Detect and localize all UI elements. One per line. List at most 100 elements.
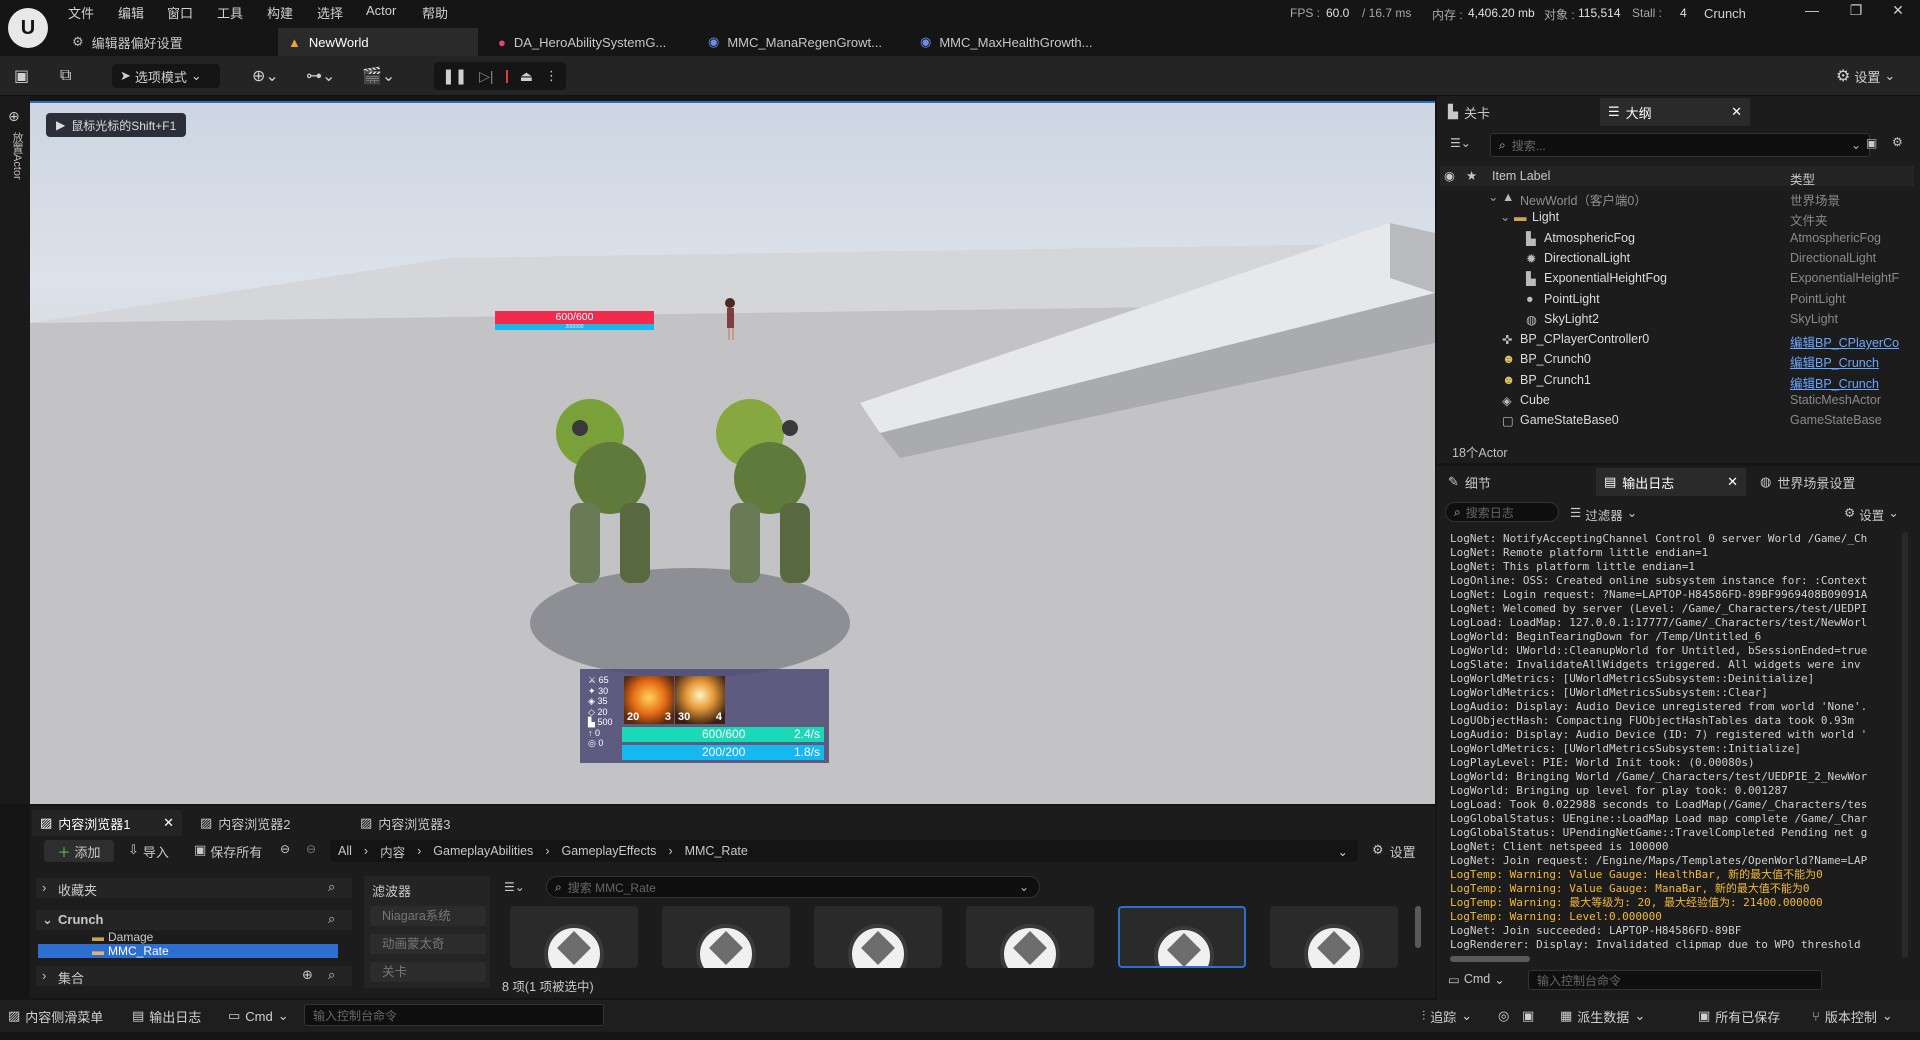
filter-level[interactable]: 关卡 xyxy=(370,962,486,982)
tab-world-settings[interactable]: ◍ 世界场景设置 xyxy=(1752,468,1912,496)
trace-button[interactable]: ⫶ 追踪 ⌄ xyxy=(1422,1004,1472,1028)
eject-icon[interactable]: ⏏ xyxy=(520,68,533,85)
log-filter-button[interactable]: ☰ 过滤器 ⌄ xyxy=(1570,505,1637,524)
log-hscrollbar[interactable] xyxy=(1450,956,1530,962)
menu-window[interactable]: 窗口 xyxy=(167,3,193,22)
close-icon[interactable]: ✕ xyxy=(1880,2,1916,24)
breadcrumb-all[interactable]: All xyxy=(338,844,352,858)
unreal-logo-icon[interactable]: U xyxy=(8,8,48,48)
pause-icon[interactable]: ❚❚ xyxy=(442,67,467,85)
level-viewport[interactable]: ▶ 鼠标光标的Shift+F1 600/600 200/200 ⚔ 65 ✦ 3… xyxy=(30,101,1435,804)
outliner-row[interactable]: ▙ AtmosphericFog AtmosphericFog xyxy=(1440,229,1914,249)
folder-damage[interactable]: ▬ Damage xyxy=(92,930,153,944)
filter-niagara[interactable]: Niagara系统 xyxy=(370,906,486,926)
edit-blueprint-link[interactable]: 编辑BP_Crunch xyxy=(1790,352,1879,371)
asset-search-input[interactable]: ⌕ 搜索 MMC_Rate ⌄ xyxy=(546,876,1040,898)
shift-f1-hint[interactable]: ▶ 鼠标光标的Shift+F1 xyxy=(46,113,187,137)
outliner-row[interactable]: ⌄ ▲ NewWorld（客户端0） 世界场景 xyxy=(1440,188,1914,208)
tab-content-browser-1[interactable]: ▨ 内容浏览器1 ✕ xyxy=(32,810,182,836)
tab-outliner[interactable]: ☰ 大纲 ✕ xyxy=(1600,98,1750,126)
cmd-dropdown[interactable]: ▭ Cmd ⌄ xyxy=(228,1004,289,1028)
edit-blueprint-link[interactable]: 编辑BP_CPlayerCo xyxy=(1790,332,1899,351)
asset-tile-selected[interactable] xyxy=(1118,906,1246,968)
add-button[interactable]: ＋ 添加 xyxy=(44,840,114,862)
minimize-icon[interactable]: — xyxy=(1794,2,1830,24)
visibility-icon[interactable]: ◉ xyxy=(1444,168,1455,183)
menu-actor[interactable]: Actor xyxy=(366,3,396,18)
outliner-row[interactable]: ✜ BP_CPlayerController0 编辑BP_CPlayerCo xyxy=(1440,330,1914,350)
outliner-row[interactable]: ◈ Cube StaticMeshActor xyxy=(1440,391,1914,411)
outliner-row[interactable]: ◍ SkyLight2 SkyLight xyxy=(1440,310,1914,330)
gear-icon[interactable]: ⚙ xyxy=(1892,135,1903,149)
favorites-row[interactable]: › 收藏夹 ⌕ xyxy=(36,878,352,898)
menu-file[interactable]: 文件 xyxy=(68,3,94,22)
ability-slot-1[interactable]: 20 3 xyxy=(624,676,674,724)
tab-content-browser-3[interactable]: ▨ 内容浏览器3 xyxy=(352,810,502,836)
asset-tile[interactable] xyxy=(662,906,790,968)
tab-editor-preferences[interactable]: ⚙ 编辑器偏好设置 xyxy=(62,28,272,56)
save-icon[interactable]: ▣ xyxy=(14,64,29,88)
cinematics-icon[interactable]: 🎬⌄ xyxy=(362,64,395,88)
column-item-label[interactable]: Item Label xyxy=(1492,169,1550,183)
import-button[interactable]: ⇩ 导入 xyxy=(128,842,169,861)
restore-icon[interactable]: ❐ xyxy=(1838,2,1874,24)
breadcrumb-gameplayabilities[interactable]: GameplayAbilities xyxy=(433,844,533,858)
outliner-row[interactable]: ⌄ ▬ Light 文件夹 xyxy=(1440,208,1914,228)
content-drawer-button[interactable]: ▨ 内容侧滑菜单 xyxy=(8,1004,103,1028)
add-folder-icon[interactable]: ▣ xyxy=(1866,136,1877,150)
place-actor-label[interactable]: 放置Actor xyxy=(9,132,25,180)
asset-tile[interactable] xyxy=(966,906,1094,968)
outliner-row[interactable]: ● PointLight PointLight xyxy=(1440,290,1914,310)
column-type[interactable]: 类型 xyxy=(1790,169,1815,188)
collections-row[interactable]: › 集合 ⊕ ⌕ xyxy=(36,966,352,986)
menu-select[interactable]: 选择 xyxy=(317,3,343,22)
output-log-button[interactable]: ▤ 输出日志 xyxy=(132,1004,201,1028)
tab-mmc-health[interactable]: ◉ MMC_MaxHealthGrowth... xyxy=(910,28,1120,56)
tab-details[interactable]: ✎ 细节 xyxy=(1440,468,1590,496)
add-collection-icon[interactable]: ⊕ xyxy=(302,967,313,983)
content-settings-button[interactable]: ⚙ 设置 xyxy=(1372,842,1416,861)
forward-icon[interactable]: ⊖ xyxy=(306,842,316,856)
close-icon[interactable]: ✕ xyxy=(1727,474,1738,490)
chevron-down-icon[interactable]: ⌄ xyxy=(1500,209,1510,224)
search-icon[interactable]: ⌕ xyxy=(328,911,335,927)
outliner-search-input[interactable]: ⌕ 搜索... ⌄ xyxy=(1490,133,1870,157)
browse-icon[interactable]: ⧉ xyxy=(60,64,71,88)
menu-edit[interactable]: 编辑 xyxy=(118,3,144,22)
outliner-row[interactable]: ▢ GameStateBase0 GameStateBase xyxy=(1440,411,1914,431)
search-icon[interactable]: ⌕ xyxy=(328,879,335,895)
console-input[interactable]: 输入控制台命令 xyxy=(304,1004,604,1026)
breadcrumb-content[interactable]: 内容 xyxy=(380,842,405,861)
menu-build[interactable]: 构建 xyxy=(267,3,293,22)
derived-data-button[interactable]: ▦ 派生数据 ⌄ xyxy=(1560,1004,1645,1028)
asset-tile[interactable] xyxy=(814,906,942,968)
add-actor-icon[interactable]: ⊕⌄ xyxy=(252,64,279,88)
ability-slot-2[interactable]: 30 4 xyxy=(675,676,725,724)
edit-blueprint-link[interactable]: 编辑BP_Crunch xyxy=(1790,373,1879,392)
mode-dropdown[interactable]: ➤ 选项模式 ⌄ xyxy=(112,64,220,88)
filter-icon[interactable]: ☰⌄ xyxy=(1450,136,1471,150)
chevron-down-icon[interactable]: ⌄ xyxy=(1338,844,1348,859)
close-icon[interactable]: ✕ xyxy=(163,815,174,831)
pin-icon[interactable]: ★ xyxy=(1466,168,1477,183)
breadcrumb-mmc-rate[interactable]: MMC_Rate xyxy=(685,844,748,858)
log-console-input[interactable]: 输入控制台命令 xyxy=(1528,970,1822,990)
asset-tile[interactable] xyxy=(1270,906,1398,968)
menu-tools[interactable]: 工具 xyxy=(217,3,243,22)
log-scrollbar[interactable] xyxy=(1902,532,1908,958)
filter-montage[interactable]: 动画蒙太奇 xyxy=(370,934,486,954)
crunch-root-row[interactable]: ⌄ Crunch ⌕ xyxy=(36,910,352,930)
step-icon[interactable]: ▷| xyxy=(479,68,493,85)
place-actor-icon[interactable]: ⊕ xyxy=(8,108,20,125)
log-search-input[interactable]: ⌕ 搜索日志 xyxy=(1445,502,1559,522)
stop-icon[interactable] xyxy=(505,69,508,83)
tab-data-asset[interactable]: ● DA_HeroAbilitySystemG... xyxy=(488,28,688,56)
outliner-row[interactable]: ✹ DirectionalLight DirectionalLight xyxy=(1440,249,1914,269)
outliner-row[interactable]: ☻ BP_Crunch1 编辑BP_Crunch xyxy=(1440,371,1914,391)
more-icon[interactable]: ⋮ xyxy=(545,68,558,84)
asset-scrollbar[interactable] xyxy=(1415,906,1421,948)
tab-content-browser-2[interactable]: ▨ 内容浏览器2 xyxy=(192,810,342,836)
search-icon[interactable]: ⌕ xyxy=(328,967,335,983)
tab-levels[interactable]: ▙ 关卡 xyxy=(1440,98,1590,126)
outliner-row[interactable]: ▙ ExponentialHeightFog ExponentialHeightF xyxy=(1440,269,1914,289)
